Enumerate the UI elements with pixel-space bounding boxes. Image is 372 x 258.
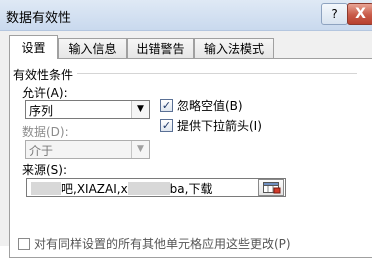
tab-input-message[interactable]: 输入信息 xyxy=(58,38,127,58)
source-label: 来源(S): xyxy=(22,163,68,177)
title-bar: 数据有效性 ? X xyxy=(0,0,372,31)
allow-select[interactable]: 序列 ▼ xyxy=(25,100,150,119)
chevron-down-icon: ▼ xyxy=(131,141,149,158)
range-select-button[interactable] xyxy=(258,179,284,196)
apply-all-checkbox[interactable] xyxy=(18,238,30,250)
checkmark-icon: ✓ xyxy=(161,99,172,112)
chevron-down-icon: ▼ xyxy=(131,101,149,118)
source-value-part1: 吧,XIAZAI,x xyxy=(61,182,128,196)
data-validation-dialog: 数据有效性 ? X 设置 输入信息 出错警告 输入法模式 有效性条件 允许(A)… xyxy=(0,0,372,258)
apply-all-label: 对有同样设置的所有其他单元格应用这些更改(P) xyxy=(34,237,291,251)
data-label: 数据(D): xyxy=(22,125,69,139)
redacted-block xyxy=(31,182,61,195)
data-select[interactable]: 介于 ▼ xyxy=(25,140,150,159)
range-select-icon xyxy=(263,182,281,194)
dropdown-arrow-checkbox[interactable]: ✓ xyxy=(160,119,173,132)
data-value: 介于 xyxy=(29,144,54,158)
window-title: 数据有效性 xyxy=(6,11,72,26)
help-button[interactable]: ? xyxy=(321,3,348,25)
source-input[interactable]: 吧,XIAZAI,x ba,下载 xyxy=(26,178,286,197)
close-button[interactable]: X xyxy=(347,3,372,25)
group-divider xyxy=(77,73,357,74)
source-value-part2: ba,下载 xyxy=(169,182,213,196)
ignore-blank-label: 忽略空值(B) xyxy=(177,99,243,113)
tab-settings[interactable]: 设置 xyxy=(9,35,58,59)
source-value: 吧,XIAZAI,x ba,下载 xyxy=(31,180,212,197)
allow-label: 允许(A): xyxy=(22,86,68,100)
validation-criteria-heading: 有效性条件 xyxy=(13,68,74,82)
tab-error-alert[interactable]: 出错警告 xyxy=(127,38,194,58)
dropdown-arrow-label: 提供下拉箭头(I) xyxy=(177,119,262,133)
checkmark-icon: ✓ xyxy=(161,119,172,132)
allow-value: 序列 xyxy=(29,104,54,118)
ignore-blank-checkbox[interactable]: ✓ xyxy=(160,99,173,112)
redacted-block xyxy=(127,182,170,195)
tab-ime-mode[interactable]: 输入法模式 xyxy=(194,38,274,58)
